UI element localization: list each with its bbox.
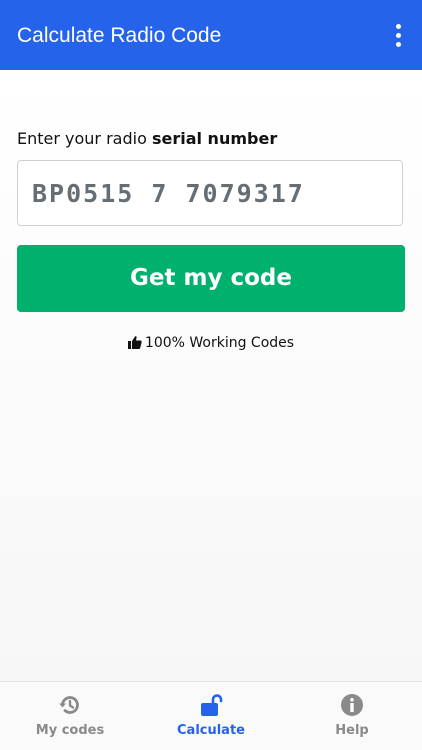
nav-my-codes[interactable]: My codes bbox=[0, 682, 140, 750]
info-icon bbox=[341, 694, 363, 716]
thumbs-up-icon bbox=[127, 336, 142, 349]
serial-number-input[interactable] bbox=[17, 160, 403, 226]
more-vert-icon-dot bbox=[396, 42, 401, 47]
app-bar: Calculate Radio Code bbox=[0, 0, 422, 70]
serial-label-bold: serial number bbox=[151, 129, 278, 148]
nav-calculate-label: Calculate bbox=[177, 723, 245, 738]
more-vert-icon-dot bbox=[396, 33, 401, 38]
serial-label: Enter your radio serial number bbox=[17, 128, 277, 150]
app-title: Calculate Radio Code bbox=[17, 24, 222, 47]
history-icon bbox=[59, 696, 79, 714]
more-options-button[interactable] bbox=[394, 24, 404, 48]
main-content: Enter your radio serial number Get my co… bbox=[0, 70, 422, 681]
nav-help[interactable]: Help bbox=[282, 682, 422, 750]
more-vert-icon bbox=[396, 24, 401, 29]
bottom-navigation: My codes Calculate Help bbox=[0, 681, 422, 750]
unlock-icon bbox=[201, 694, 223, 716]
working-codes-note: 100% Working Codes bbox=[0, 333, 422, 353]
working-codes-text: 100% Working Codes bbox=[144, 335, 295, 351]
get-code-button[interactable]: Get my code bbox=[17, 245, 405, 312]
nav-calculate[interactable]: Calculate bbox=[141, 682, 281, 750]
serial-label-prefix: Enter your radio bbox=[17, 129, 152, 148]
nav-my-codes-label: My codes bbox=[35, 723, 105, 738]
nav-help-label: Help bbox=[335, 723, 369, 738]
